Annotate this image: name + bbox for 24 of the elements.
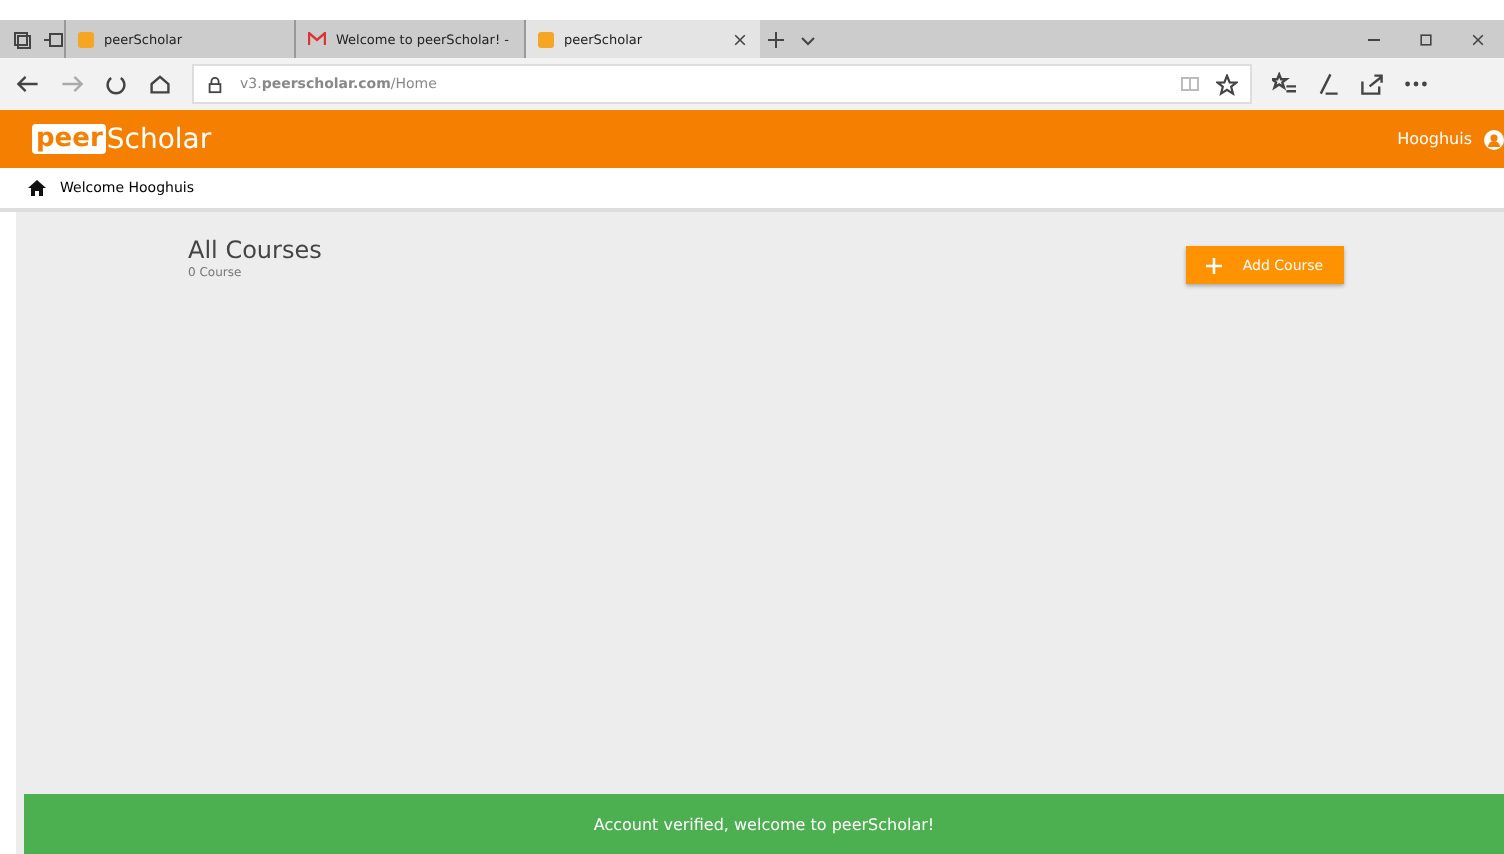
home-icon[interactable] bbox=[28, 180, 46, 196]
close-icon[interactable] bbox=[1470, 31, 1486, 47]
tab-aside-icon[interactable] bbox=[44, 29, 64, 49]
restore-icon[interactable] bbox=[1418, 31, 1434, 47]
plus-icon bbox=[1206, 257, 1223, 273]
plus-icon[interactable] bbox=[766, 29, 786, 49]
refresh-icon[interactable] bbox=[104, 72, 128, 96]
lock-icon bbox=[206, 75, 224, 93]
tabs-icon[interactable] bbox=[12, 29, 32, 49]
share-icon[interactable] bbox=[1360, 72, 1384, 96]
snackbar: Account verified, welcome to peerScholar! bbox=[24, 794, 1504, 854]
page-title: All Courses bbox=[188, 236, 322, 264]
back-icon[interactable] bbox=[16, 72, 40, 96]
close-icon[interactable] bbox=[732, 31, 748, 47]
star-icon[interactable] bbox=[1216, 73, 1238, 95]
logo-text: Scholar bbox=[106, 123, 212, 155]
pen-icon[interactable] bbox=[1316, 72, 1340, 96]
site-icon bbox=[538, 31, 554, 47]
user-icon[interactable] bbox=[1484, 129, 1504, 149]
favorites-list-icon[interactable] bbox=[1272, 72, 1296, 96]
site-icon bbox=[78, 31, 94, 47]
mail-icon bbox=[308, 32, 326, 46]
logo-mark: peer bbox=[32, 124, 107, 154]
home-icon[interactable] bbox=[148, 72, 172, 96]
